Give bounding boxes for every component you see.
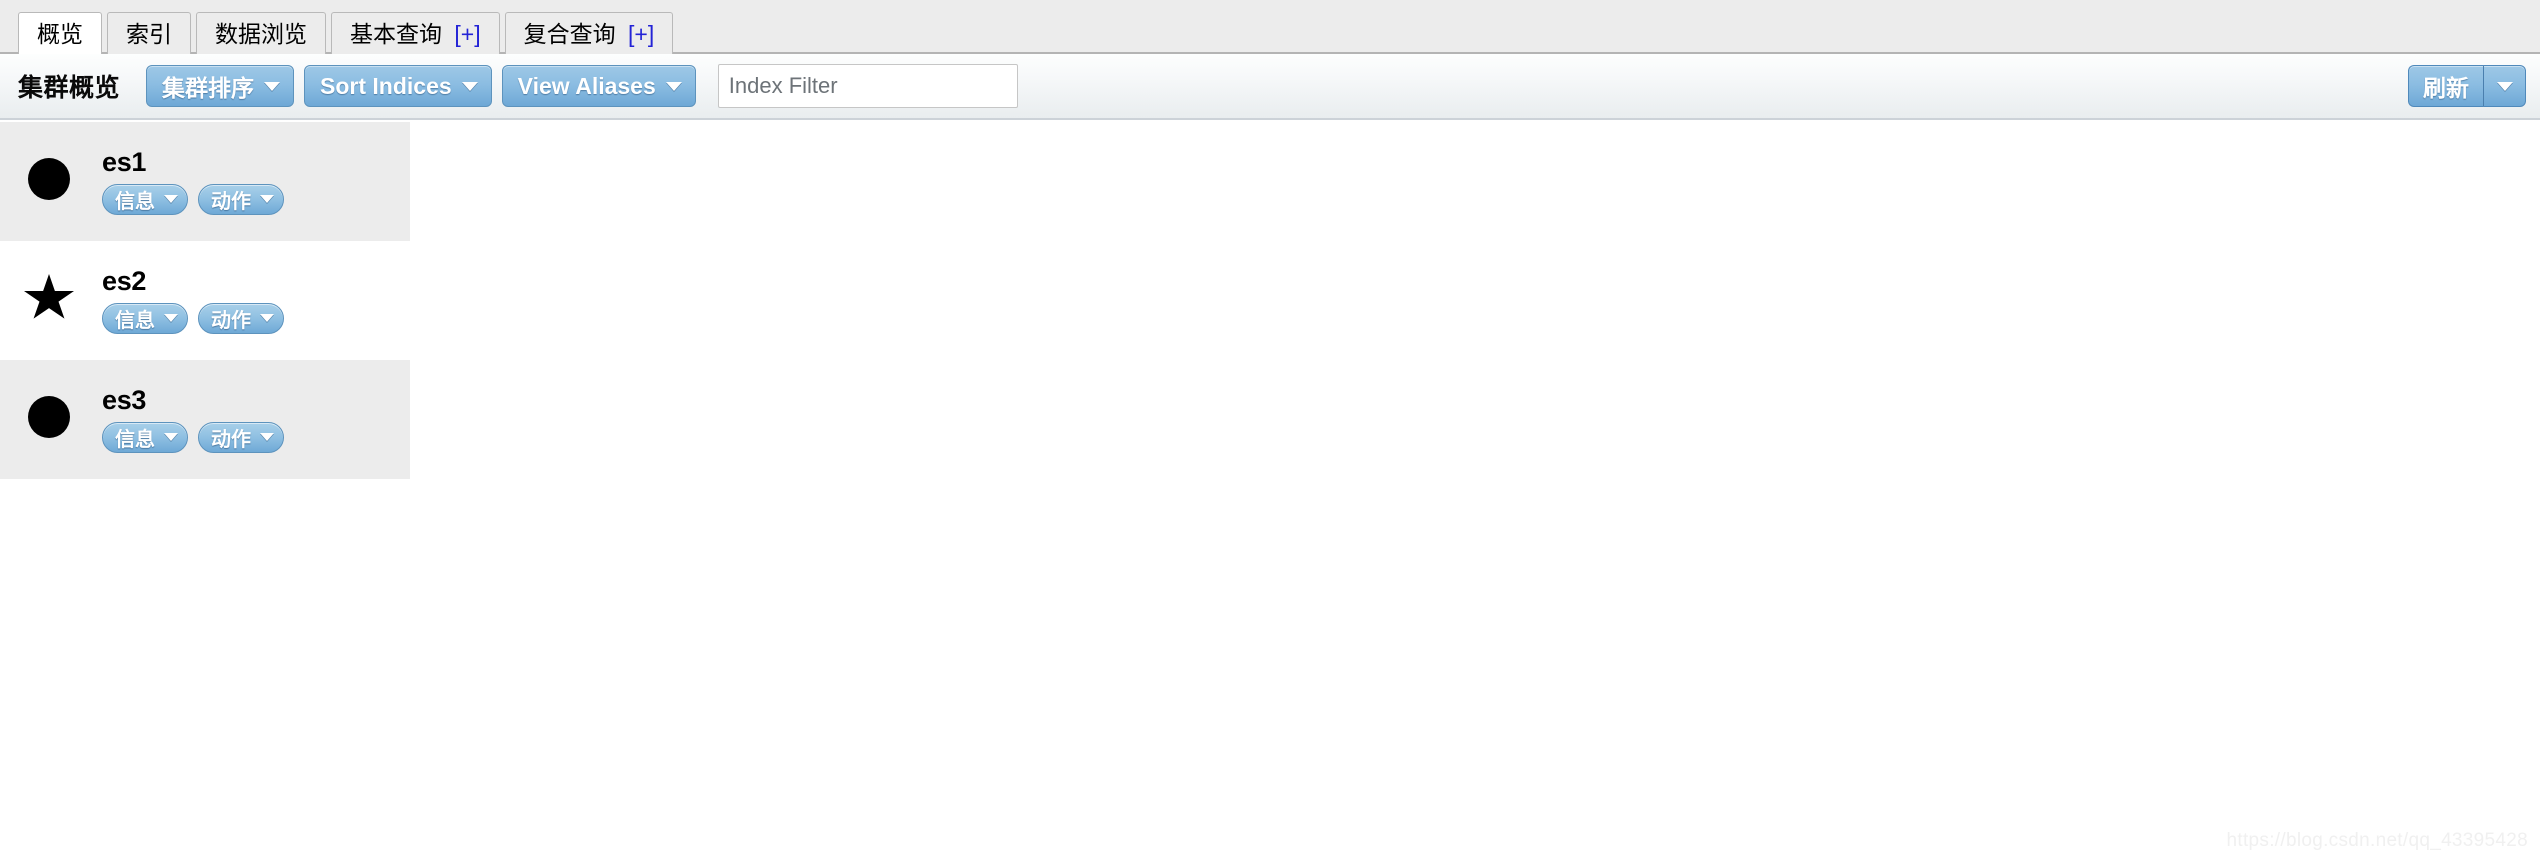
tab-bar-filler [678, 10, 2540, 52]
node-action-group: 信息 动作 [102, 421, 409, 453]
node-info-cell: es3 信息 动作 [98, 360, 410, 479]
tab-overview[interactable]: 概览 [18, 12, 102, 54]
sort-indices-label: Sort Indices [320, 72, 452, 99]
chevron-down-icon [164, 195, 178, 204]
toolbar-right-group: 刷新 [2408, 65, 2526, 107]
node-info-button[interactable]: 信息 [102, 421, 188, 453]
tab-data-browse-label: 数据浏览 [215, 21, 307, 47]
tab-basic-query-plus-icon[interactable]: [+] [454, 21, 480, 47]
table-row[interactable]: es3 信息 动作 [0, 360, 410, 479]
tab-bar: 概览 索引 数据浏览 基本查询 [+] 复合查询 [+] [0, 0, 2540, 54]
tab-indices-label: 索引 [126, 21, 172, 47]
node-actions-button[interactable]: 动作 [198, 183, 284, 215]
star-icon [24, 274, 74, 319]
refresh-button[interactable]: 刷新 [2408, 65, 2484, 107]
node-table: es1 信息 动作 es2 信息 动作 es3 信息 动作 [0, 122, 410, 479]
table-row[interactable]: es1 信息 动作 [0, 122, 410, 241]
view-aliases-button[interactable]: View Aliases [501, 65, 696, 107]
page-title: 集群概览 [18, 74, 121, 102]
tab-composite-query-label: 复合查询 [523, 21, 616, 47]
node-info-label: 信息 [115, 190, 155, 213]
node-info-button[interactable]: 信息 [102, 183, 188, 215]
node-actions-label: 动作 [211, 190, 251, 213]
node-actions-button[interactable]: 动作 [198, 302, 284, 334]
cluster-toolbar: 集群概览 集群排序 Sort Indices View Aliases 刷新 [0, 54, 2540, 120]
tab-basic-query[interactable]: 基本查询 [+] [331, 12, 500, 54]
node-info-button[interactable]: 信息 [102, 302, 188, 334]
chevron-down-icon [461, 81, 478, 91]
node-name: es3 [102, 385, 147, 416]
node-name: es1 [102, 147, 147, 178]
watermark: https://blog.csdn.net/qq_43395428 [2226, 830, 2528, 851]
node-actions-label: 动作 [211, 428, 251, 451]
node-action-group: 信息 动作 [102, 302, 409, 334]
tab-composite-query-plus-icon[interactable]: [+] [628, 21, 654, 47]
tab-basic-query-label: 基本查询 [350, 21, 442, 47]
tab-composite-query[interactable]: 复合查询 [+] [504, 12, 674, 54]
tab-indices[interactable]: 索引 [107, 12, 191, 54]
table-row[interactable]: es2 信息 动作 [0, 241, 410, 360]
node-marker-cell [0, 360, 98, 479]
view-aliases-label: View Aliases [517, 72, 656, 99]
chevron-down-icon [264, 81, 281, 91]
circle-icon [28, 158, 70, 200]
chevron-down-icon [164, 314, 178, 323]
node-actions-label: 动作 [211, 309, 251, 332]
tab-data-browse[interactable]: 数据浏览 [196, 12, 326, 54]
node-action-group: 信息 动作 [102, 183, 409, 215]
node-marker-cell [0, 241, 98, 360]
node-table-body: es1 信息 动作 es2 信息 动作 es3 信息 动作 [0, 122, 410, 479]
node-name: es2 [102, 266, 147, 297]
refresh-dropdown-button[interactable] [2484, 65, 2526, 107]
index-filter-input[interactable] [717, 64, 1018, 108]
node-info-label: 信息 [115, 309, 155, 332]
tab-overview-label: 概览 [37, 21, 83, 47]
chevron-down-icon [260, 314, 274, 323]
sort-cluster-button[interactable]: 集群排序 [146, 65, 295, 107]
sort-indices-button[interactable]: Sort Indices [304, 65, 492, 107]
node-actions-button[interactable]: 动作 [198, 421, 284, 453]
chevron-down-icon [164, 433, 178, 442]
chevron-down-icon [665, 81, 682, 91]
node-info-cell: es1 信息 动作 [98, 122, 410, 241]
node-info-label: 信息 [115, 428, 155, 451]
chevron-down-icon [2496, 81, 2513, 91]
sort-cluster-label: 集群排序 [162, 75, 255, 101]
node-marker-cell [0, 122, 98, 241]
refresh-split-button[interactable]: 刷新 [2408, 65, 2526, 107]
circle-icon [28, 396, 70, 438]
chevron-down-icon [260, 433, 274, 442]
chevron-down-icon [260, 195, 274, 204]
refresh-label: 刷新 [2423, 75, 2469, 101]
node-info-cell: es2 信息 动作 [98, 241, 410, 360]
cluster-overview-body: es1 信息 动作 es2 信息 动作 es3 信息 动作 [0, 122, 2540, 864]
